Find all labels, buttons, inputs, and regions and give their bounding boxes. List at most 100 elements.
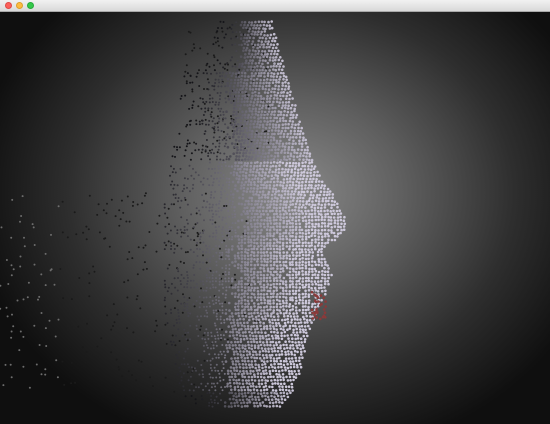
cloud-point	[260, 228, 263, 232]
cloud-point	[304, 142, 308, 145]
cloud-point	[248, 151, 251, 155]
cloud-point	[308, 311, 312, 315]
cloud-point	[285, 212, 289, 215]
cloud-point	[268, 369, 272, 373]
cloud-point	[264, 365, 268, 369]
cloud-point	[295, 254, 298, 257]
cloud-point	[255, 353, 258, 356]
cloud-point	[275, 360, 279, 363]
cloud-point	[188, 164, 191, 167]
cloud-point	[271, 267, 275, 270]
cloud-point	[301, 161, 304, 165]
cloud-point	[242, 133, 245, 136]
cloud-point	[272, 274, 275, 277]
cloud-point	[221, 241, 224, 244]
cloud-point	[253, 120, 257, 123]
cloud-point	[278, 324, 282, 328]
cloud-point	[233, 167, 237, 171]
lip-point	[311, 311, 315, 315]
cloud-point	[316, 193, 319, 197]
cloud-point	[267, 110, 271, 113]
cloud-point	[296, 334, 300, 337]
cloud-point	[169, 183, 172, 186]
cloud-point	[187, 379, 190, 382]
cloud-point	[257, 245, 260, 248]
maximize-icon[interactable]	[27, 2, 34, 9]
cloud-point	[192, 266, 195, 269]
cloud-point	[295, 241, 298, 245]
cloud-point	[263, 135, 267, 139]
cloud-point	[258, 126, 261, 129]
stray-point	[54, 335, 57, 338]
cloud-point	[200, 158, 203, 161]
cloud-point	[295, 232, 298, 235]
cloud-point	[189, 123, 192, 126]
cloud-point	[311, 302, 314, 306]
cloud-point	[171, 180, 174, 183]
cloud-point	[170, 312, 173, 314]
cloud-point	[247, 248, 250, 252]
cloud-point	[271, 337, 275, 340]
cloud-point	[282, 187, 285, 190]
cloud-point	[330, 231, 334, 234]
cloud-point	[291, 372, 294, 376]
cloud-point	[257, 292, 260, 296]
cloud-point	[237, 226, 240, 229]
cloud-point	[255, 247, 259, 251]
hair-point	[216, 40, 219, 43]
stray-point	[70, 382, 73, 385]
cloud-point	[256, 113, 260, 117]
cloud-point	[285, 266, 289, 270]
cloud-point	[246, 100, 249, 103]
cloud-point	[297, 168, 300, 172]
cloud-point	[256, 55, 259, 59]
cloud-point	[183, 328, 186, 331]
cloud-point	[225, 181, 228, 184]
cloud-point	[303, 151, 306, 155]
cloud-point	[284, 296, 288, 299]
cloud-point	[297, 289, 301, 292]
cloud-point	[222, 378, 225, 381]
cloud-point	[250, 199, 254, 202]
cloud-point	[238, 107, 242, 110]
title-bar[interactable]	[0, 0, 550, 12]
3d-viewport[interactable]	[0, 12, 550, 424]
cloud-point	[259, 404, 262, 407]
cloud-point	[232, 193, 235, 196]
stray-point	[10, 336, 13, 339]
cloud-point	[226, 77, 230, 81]
cloud-point	[303, 338, 307, 341]
cloud-point	[319, 209, 323, 213]
cloud-point	[212, 117, 215, 120]
stray-point	[165, 244, 168, 247]
cloud-point	[296, 177, 299, 180]
cloud-point	[264, 382, 267, 385]
cloud-point	[281, 123, 285, 126]
cloud-point	[310, 260, 314, 263]
cloud-point	[304, 289, 307, 293]
cloud-point	[230, 357, 233, 360]
cloud-point	[235, 346, 238, 350]
cloud-point	[246, 120, 249, 123]
cloud-point	[296, 171, 300, 174]
cloud-point	[242, 321, 246, 325]
cloud-point	[289, 298, 292, 302]
cloud-point	[244, 212, 247, 216]
cloud-point	[320, 298, 323, 302]
cloud-point	[323, 257, 326, 261]
cloud-point	[275, 116, 279, 120]
cloud-point	[330, 229, 333, 232]
cloud-point	[241, 114, 245, 117]
cloud-point	[259, 375, 263, 379]
close-icon[interactable]	[5, 2, 12, 9]
cloud-point	[284, 129, 287, 133]
cloud-point	[317, 184, 320, 187]
cloud-point	[269, 254, 273, 257]
minimize-icon[interactable]	[16, 2, 23, 9]
cloud-point	[267, 398, 271, 402]
cloud-point	[260, 97, 263, 101]
cloud-point	[289, 241, 292, 244]
cloud-point	[248, 36, 252, 39]
cloud-point	[300, 324, 304, 328]
cloud-point	[174, 363, 177, 365]
